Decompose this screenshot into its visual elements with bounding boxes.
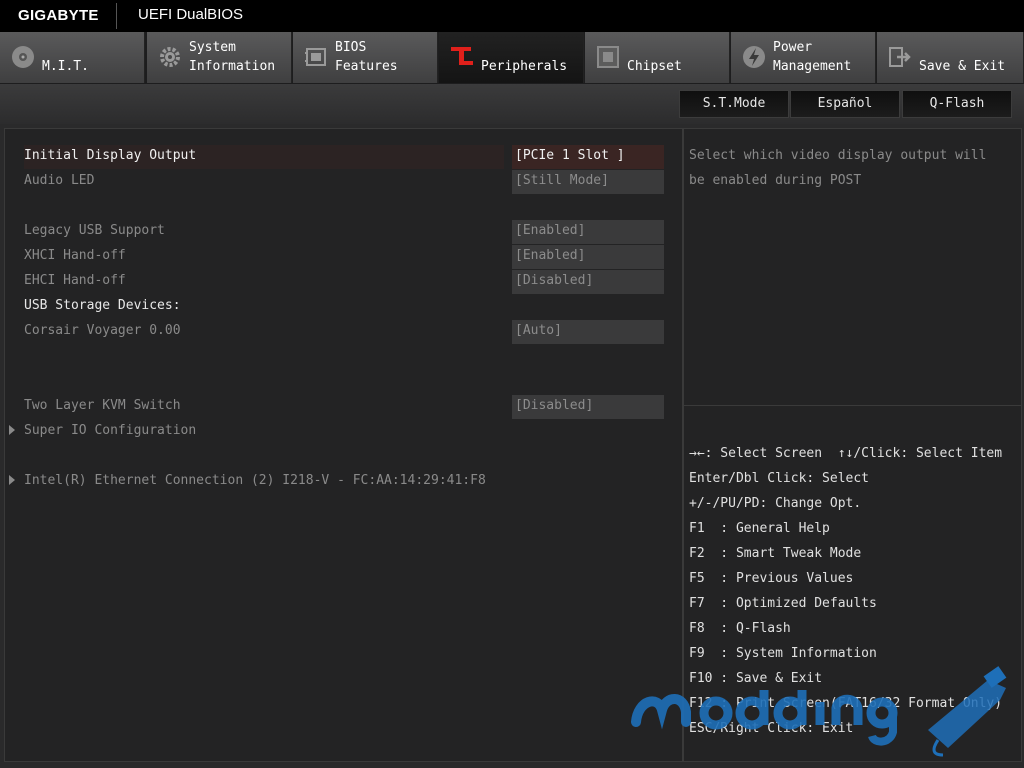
tab-save-exit[interactable]: Save & Exit [877,32,1024,83]
key-help-item: +/-/PU/PD: Change Opt. [689,496,862,511]
setting-value[interactable]: [Enabled] [512,220,664,244]
watermark-logo [631,666,1007,757]
power-icon [743,46,765,68]
submenu-arrow-icon [9,425,15,435]
setting-audio-led[interactable]: Audio LED [Still Mode] [5,170,682,194]
key-help-item: Enter/Dbl Click: Select [689,471,870,486]
setting-initial-display-output[interactable]: Initial Display Output [PCIe 1 Slot ] [5,145,682,169]
setting-label: Initial Display Output [24,148,197,163]
setting-corsair-voyager[interactable]: Corsair Voyager 0.00 [Auto] [5,320,682,344]
header-divider [116,3,117,29]
tab-label: Save & Exit [919,59,1006,74]
chip-icon [597,46,619,68]
brand-logo: GIGABYTE [18,7,99,24]
setting-value[interactable]: [Auto] [512,320,664,344]
setting-two-layer-kvm-switch[interactable]: Two Layer KVM Switch [Disabled] [5,395,682,419]
section-heading: USB Storage Devices: [24,298,181,313]
setting-value[interactable]: [Enabled] [512,245,664,269]
tab-bios-features[interactable]: BIOS Features [293,32,438,83]
tab-label: M.I.T. [42,59,89,74]
st-mode-button[interactable]: S.T.Mode [679,90,789,118]
key-help-item: →←: Select Screen ↑↓/Click: Select Item [689,446,1003,461]
peripherals-icon [451,47,473,65]
setting-xhci-hand-off[interactable]: XHCI Hand-off [Enabled] [5,245,682,269]
setting-label: Two Layer KVM Switch [24,398,181,413]
submenu-arrow-icon [9,475,15,485]
help-description: Select which video display output will b… [689,148,987,188]
top-header: GIGABYTE UEFI DualBIOS [0,0,1024,32]
key-help-item: F2 : Smart Tweak Mode [689,546,862,561]
qflash-button[interactable]: Q-Flash [902,90,1012,118]
setting-label: Audio LED [24,173,95,188]
tab-system-information[interactable]: System Information [147,32,292,83]
key-help-item: F8 : Q-Flash [689,621,791,636]
tab-label: BIOS Features [335,40,398,74]
submenu-intel-ethernet[interactable]: Intel(R) Ethernet Connection (2) I218-V … [5,470,682,494]
settings-panel: Initial Display Output [PCIe 1 Slot ] Au… [4,128,683,762]
tab-label: System Information [189,40,276,74]
help-divider [684,405,1021,406]
setting-value[interactable]: [Still Mode] [512,170,664,194]
tab-mit[interactable]: M.I.T. [0,32,145,83]
setting-label: Corsair Voyager 0.00 [24,323,181,338]
usb-storage-devices-heading: USB Storage Devices: [5,295,682,319]
tab-label: Peripherals [481,59,568,74]
key-help-item: F7 : Optimized Defaults [689,596,877,611]
submenu-super-io-configuration[interactable]: Super IO Configuration [5,420,682,444]
setting-label: Legacy USB Support [24,223,165,238]
setting-value[interactable]: [Disabled] [512,395,664,419]
setting-legacy-usb-support[interactable]: Legacy USB Support [Enabled] [5,220,682,244]
tab-label: Power Management [773,40,852,74]
exit-icon [889,47,911,67]
setting-label: EHCI Hand-off [24,273,126,288]
setting-label: XHCI Hand-off [24,248,126,263]
setting-value[interactable]: [PCIe 1 Slot ] [512,145,664,169]
sub-toolbar: S.T.Mode Español Q-Flash [0,84,1024,124]
key-help-item: F1 : General Help [689,521,830,536]
submenu-label: Intel(R) Ethernet Connection (2) I218-V … [24,473,486,488]
tab-peripherals[interactable]: Peripherals [439,32,584,83]
language-button[interactable]: Español [790,90,900,118]
disc-icon [12,46,34,68]
submenu-label: Super IO Configuration [24,423,197,438]
gear-icon [160,47,180,67]
bios-chip-icon [305,48,326,66]
tab-power-management[interactable]: Power Management [731,32,876,83]
setting-value[interactable]: [Disabled] [512,270,664,294]
product-title: UEFI DualBIOS [138,6,244,23]
setting-ehci-hand-off[interactable]: EHCI Hand-off [Disabled] [5,270,682,294]
tab-label: Chipset [627,59,682,74]
key-help-item: F5 : Previous Values [689,571,854,586]
main-tabs: M.I.T. System Information BIOS Features … [0,32,1024,84]
tab-chipset[interactable]: Chipset [585,32,730,83]
